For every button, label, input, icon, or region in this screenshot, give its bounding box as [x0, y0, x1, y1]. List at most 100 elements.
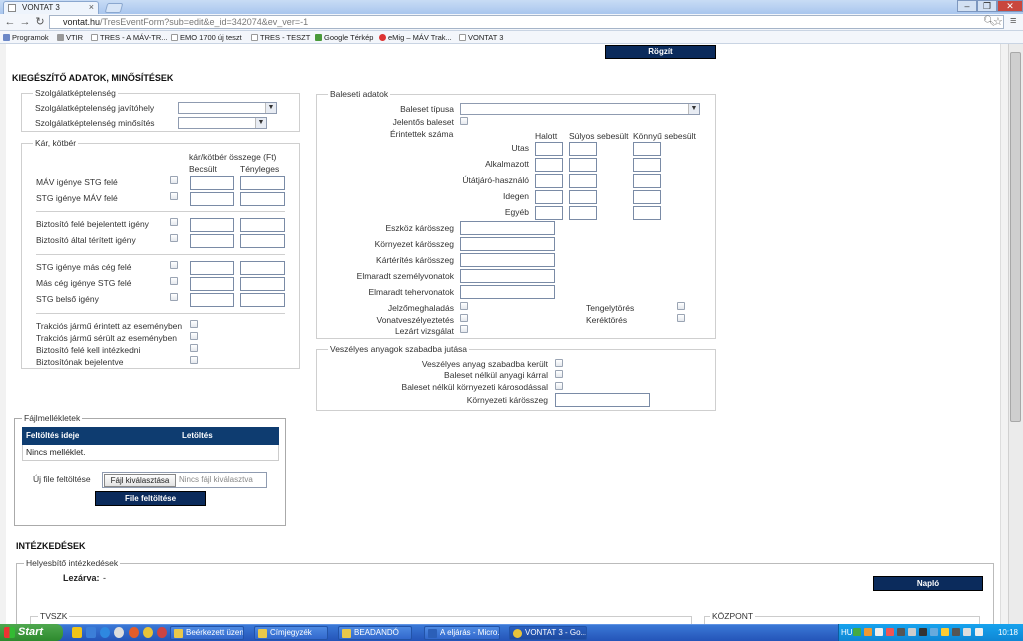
- tenyleges-input[interactable]: [240, 176, 285, 190]
- taskbar-item[interactable]: Címjegyzék: [254, 626, 328, 640]
- tray-icon[interactable]: [908, 628, 916, 636]
- browser-tab-active[interactable]: VONTAT 3 ×: [3, 1, 99, 14]
- kar-row-checkbox[interactable]: [170, 176, 178, 184]
- reload-icon[interactable]: ↻: [33, 15, 47, 29]
- tray-icon[interactable]: [864, 628, 872, 636]
- maximize-button[interactable]: ❐: [977, 0, 997, 12]
- kar-row-checkbox[interactable]: [170, 277, 178, 285]
- tray-icon[interactable]: [941, 628, 949, 636]
- kar-row-checkbox[interactable]: [170, 234, 178, 242]
- quicklaunch-media-icon[interactable]: [114, 627, 124, 638]
- tenyleges-input[interactable]: [240, 234, 285, 248]
- bookmark-vontat3[interactable]: VONTAT 3: [458, 32, 503, 43]
- kar-row-checkbox[interactable]: [170, 261, 178, 269]
- address-bar[interactable]: vontat.hu/TresEventForm?sub=edit&e_id=34…: [49, 15, 1004, 29]
- kerektores-checkbox[interactable]: [677, 314, 685, 322]
- kornyezet-karosszeg-input[interactable]: [460, 237, 555, 251]
- taskbar-item[interactable]: Beérkezett üzen...: [170, 626, 244, 640]
- javitohely-select[interactable]: ▼: [178, 102, 277, 114]
- kar-row-checkbox[interactable]: [170, 293, 178, 301]
- tray-icon[interactable]: [886, 628, 894, 636]
- network-icon[interactable]: [963, 628, 971, 636]
- becsult-input[interactable]: [190, 176, 234, 190]
- taskbar-item[interactable]: BEADANDÓ: [338, 626, 412, 640]
- tengelytores-checkbox[interactable]: [677, 302, 685, 310]
- start-button[interactable]: Start: [0, 624, 63, 641]
- bookmark-emo[interactable]: EMO 1700 új teszt: [170, 32, 242, 43]
- halott-input[interactable]: [535, 190, 563, 204]
- konnyu-input[interactable]: [633, 174, 661, 188]
- karterites-karosszeg-input[interactable]: [460, 253, 555, 267]
- trakcios-serult-checkbox[interactable]: [190, 332, 198, 340]
- becsult-input[interactable]: [190, 293, 234, 307]
- kornyezeti-karosodas-checkbox[interactable]: [555, 382, 563, 390]
- tenyleges-input[interactable]: [240, 192, 285, 206]
- sulyos-input[interactable]: [569, 142, 597, 156]
- choose-file-button[interactable]: Fájl kiválasztása: [104, 474, 176, 487]
- eszkoz-karosszeg-input[interactable]: [460, 221, 555, 235]
- sulyos-input[interactable]: [569, 206, 597, 220]
- konnyu-input[interactable]: [633, 206, 661, 220]
- new-tab-button[interactable]: [104, 3, 124, 13]
- kar-row-checkbox[interactable]: [170, 218, 178, 226]
- jelzomeghaladas-checkbox[interactable]: [460, 302, 468, 310]
- bookmark-google-terkep[interactable]: Google Térkép: [314, 32, 373, 43]
- tray-icon[interactable]: [952, 628, 960, 636]
- tenyleges-input[interactable]: [240, 261, 285, 275]
- volume-icon[interactable]: [975, 628, 983, 636]
- bookmark-vtir[interactable]: VTIR: [56, 32, 83, 43]
- baleset-tipusa-select[interactable]: ▼: [460, 103, 700, 115]
- minosites-select[interactable]: ▼: [178, 117, 267, 129]
- becsult-input[interactable]: [190, 192, 234, 206]
- konnyu-input[interactable]: [633, 190, 661, 204]
- tenyleges-input[interactable]: [240, 277, 285, 291]
- becsult-input[interactable]: [190, 234, 234, 248]
- tray-icon[interactable]: [875, 628, 883, 636]
- close-tab-icon[interactable]: ×: [89, 2, 94, 13]
- biztositonak-bejelentve-checkbox[interactable]: [190, 356, 198, 364]
- quicklaunch-firefox-icon[interactable]: [129, 627, 139, 638]
- tenyleges-input[interactable]: [240, 293, 285, 307]
- halott-input[interactable]: [535, 174, 563, 188]
- anyagi-karral-checkbox[interactable]: [555, 370, 563, 378]
- veszelyes-kerult-checkbox[interactable]: [555, 359, 563, 367]
- taskbar-item[interactable]: A eljárás - Micro...: [424, 626, 500, 640]
- close-window-button[interactable]: ✕: [997, 0, 1023, 12]
- tray-icon[interactable]: [853, 628, 861, 636]
- kornyezeti-karosszeg-input[interactable]: [555, 393, 650, 407]
- trakcios-erintett-checkbox[interactable]: [190, 320, 198, 328]
- becsult-input[interactable]: [190, 261, 234, 275]
- scrollbar-thumb[interactable]: [1010, 52, 1021, 422]
- lezart-vizsgalat-checkbox[interactable]: [460, 325, 468, 333]
- elmaradt-tehervonatok-input[interactable]: [460, 285, 555, 299]
- naplo-button[interactable]: Napló: [873, 576, 983, 591]
- tenyleges-input[interactable]: [240, 218, 285, 232]
- tray-icon[interactable]: [897, 628, 905, 636]
- sulyos-input[interactable]: [569, 158, 597, 172]
- forward-arrow-icon[interactable]: →: [18, 15, 32, 29]
- bookmark-tres-teszt[interactable]: TRES - TESZT: [250, 32, 310, 43]
- biztosito-intezkedni-checkbox[interactable]: [190, 344, 198, 352]
- bookmark-star-icon[interactable]: ☆: [993, 15, 1003, 28]
- bookmark-tres[interactable]: TRES - A MÁV-TR...: [90, 32, 168, 43]
- konnyu-input[interactable]: [633, 142, 661, 156]
- halott-input[interactable]: [535, 206, 563, 220]
- bookmark-emig[interactable]: eMig – MÁV Trak...: [378, 32, 452, 43]
- minimize-button[interactable]: –: [957, 0, 977, 12]
- bookmark-programok[interactable]: Programok: [2, 32, 49, 43]
- save-button[interactable]: Rögzít: [605, 45, 716, 59]
- becsult-input[interactable]: [190, 218, 234, 232]
- quicklaunch-desktop-icon[interactable]: [86, 627, 96, 638]
- konnyu-input[interactable]: [633, 158, 661, 172]
- elmaradt-szemelyvonatok-input[interactable]: [460, 269, 555, 283]
- halott-input[interactable]: [535, 158, 563, 172]
- becsult-input[interactable]: [190, 277, 234, 291]
- quicklaunch-ie-icon[interactable]: [100, 627, 110, 638]
- taskbar-clock[interactable]: 10:18: [993, 624, 1023, 641]
- sulyos-input[interactable]: [569, 174, 597, 188]
- halott-input[interactable]: [535, 142, 563, 156]
- quicklaunch-folder-icon[interactable]: [72, 627, 82, 638]
- kar-row-checkbox[interactable]: [170, 192, 178, 200]
- taskbar-item-active[interactable]: VONTAT 3 - Go...: [509, 626, 587, 640]
- quicklaunch-chrome-icon[interactable]: [143, 627, 153, 638]
